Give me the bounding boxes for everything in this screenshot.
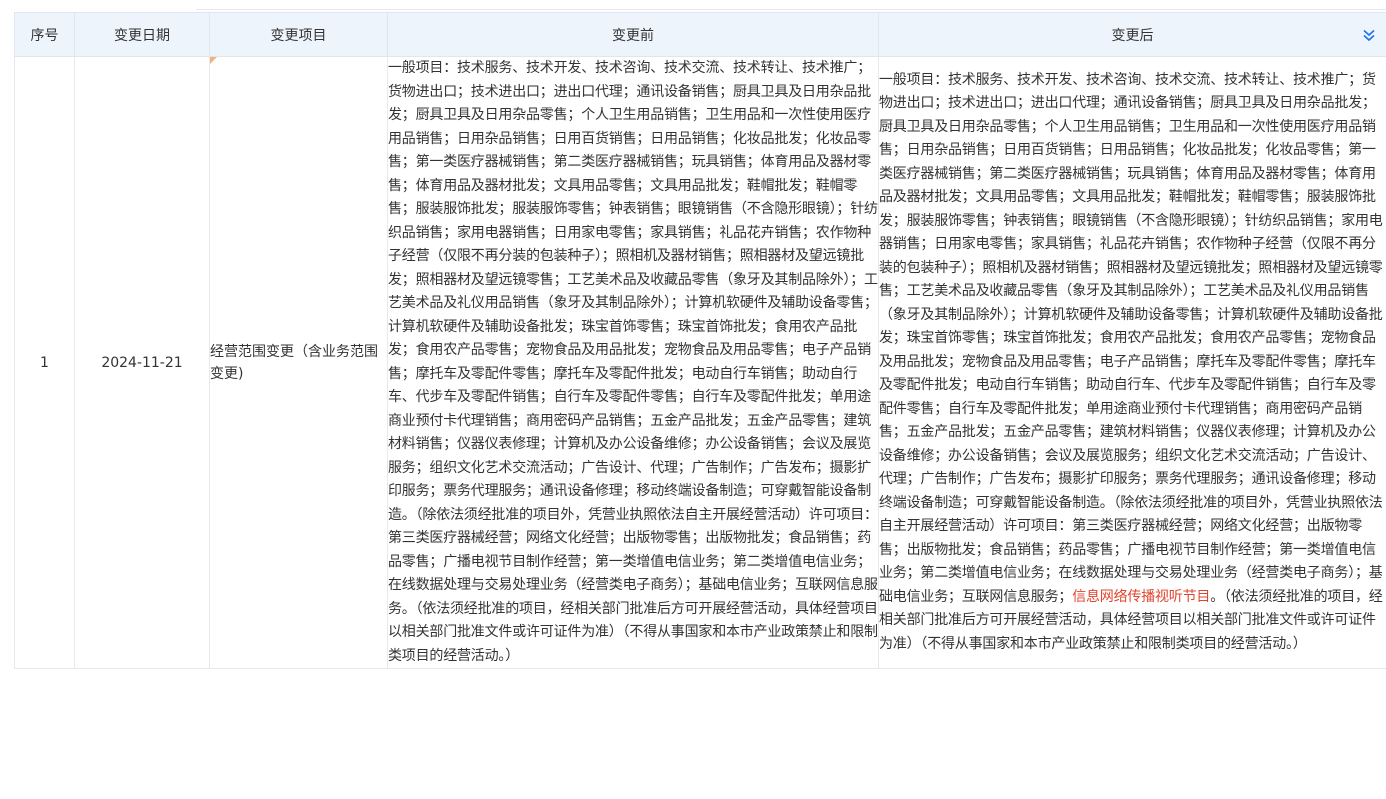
double-chevron-down-icon[interactable] [1362, 28, 1376, 42]
cell-item: 经营范围变更（含业务范围变更) [209, 56, 388, 669]
header-date: 变更日期 [74, 12, 210, 57]
top-strip [0, 0, 1386, 12]
table-header-row: 序号 变更日期 变更项目 变更前 变更后 [14, 12, 1386, 57]
header-after: 变更后 [1111, 27, 1154, 44]
after-text-highlight: 信息网络传播视听节目 [1072, 588, 1211, 605]
change-record-table: 序号 变更日期 变更项目 变更前 变更后 1 2024-11-21 经营范围变更… [14, 12, 1386, 669]
header-index: 序号 [14, 12, 75, 57]
cell-before: 一般项目：技术服务、技术开发、技术咨询、技术交流、技术转让、技术推广；货物进出口… [387, 56, 879, 669]
cell-after: 一般项目：技术服务、技术开发、技术咨询、技术交流、技术转让、技术推广；货物进出口… [878, 56, 1386, 669]
cell-index: 1 [14, 56, 75, 669]
header-item: 变更项目 [209, 12, 388, 57]
header-before: 变更前 [387, 12, 879, 57]
cell-date: 2024-11-21 [74, 56, 210, 669]
after-text-part1: 一般项目：技术服务、技术开发、技术咨询、技术交流、技术转让、技术推广；货物进出口… [879, 71, 1383, 605]
table-row: 1 2024-11-21 经营范围变更（含业务范围变更) 一般项目：技术服务、技… [14, 56, 1386, 669]
header-after-cell: 变更后 [878, 12, 1386, 57]
corner-flag-icon [210, 57, 217, 64]
cell-item-text: 经营范围变更（含业务范围变更) [210, 343, 378, 382]
